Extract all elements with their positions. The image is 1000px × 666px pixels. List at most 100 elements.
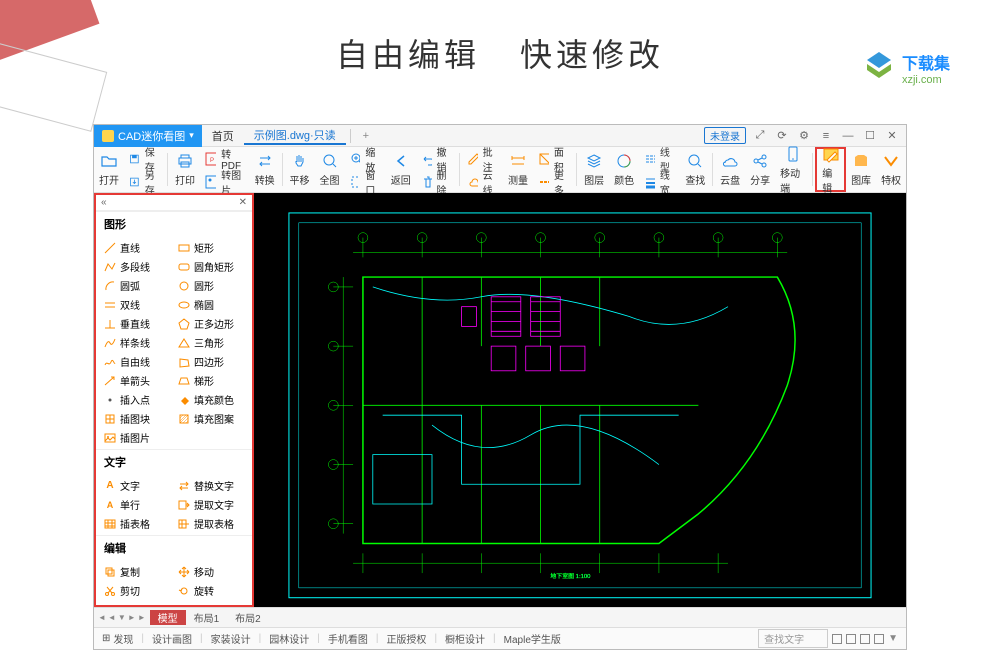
bb-landscape[interactable]: 园林设计 bbox=[261, 631, 317, 646]
status-icon-3[interactable] bbox=[860, 634, 870, 644]
tool-extracttable[interactable]: 提取表格 bbox=[174, 514, 248, 533]
spline-icon bbox=[104, 337, 116, 349]
model-tabbar: ◄◄▼►► 模型 布局1 布局2 bbox=[94, 607, 906, 627]
tb-convert[interactable]: 转换 bbox=[250, 147, 280, 192]
convert-icon bbox=[256, 152, 274, 170]
status-icon-4[interactable] bbox=[874, 634, 884, 644]
tab-add-icon[interactable]: + bbox=[355, 130, 377, 142]
tool-vline[interactable]: 垂直线 bbox=[100, 314, 174, 333]
tool-insertpt[interactable]: 插入点 bbox=[100, 390, 174, 409]
tb-edit[interactable]: 编辑 bbox=[815, 147, 846, 192]
tool-copy[interactable]: 复制 bbox=[100, 562, 174, 581]
status-dropdown-icon[interactable]: ▼ bbox=[888, 633, 898, 644]
tool-rect[interactable]: 矩形 bbox=[174, 238, 248, 257]
close-icon[interactable]: ✕ bbox=[884, 128, 900, 144]
status-icon-2[interactable] bbox=[846, 634, 856, 644]
tb-open[interactable]: 打开 bbox=[94, 147, 124, 192]
tab-layout2[interactable]: 布局2 bbox=[227, 610, 269, 625]
tb-color[interactable]: 颜色 bbox=[609, 147, 639, 192]
tool-triangle[interactable]: 三角形 bbox=[174, 333, 248, 352]
rect-icon bbox=[178, 242, 190, 254]
banner-text-2: 快速修改 bbox=[520, 30, 664, 76]
status-icon-1[interactable] bbox=[832, 634, 842, 644]
tb-back[interactable]: 返回 bbox=[386, 147, 416, 192]
tool-fillcolor[interactable]: 填充颜色 bbox=[174, 390, 248, 409]
tb-print[interactable]: 打印 bbox=[170, 147, 200, 192]
settings-icon[interactable]: ⚙ bbox=[796, 128, 812, 144]
tool-rotate[interactable]: 旋转 bbox=[174, 581, 248, 600]
tool-polyline[interactable]: 多段线 bbox=[100, 257, 174, 276]
tool-trapezoid[interactable]: 梯形 bbox=[174, 371, 248, 390]
bb-maple[interactable]: Maple学生版 bbox=[496, 631, 569, 646]
bb-auth[interactable]: 正版授权 bbox=[378, 631, 434, 646]
tb-saveas[interactable]: 另存 bbox=[124, 170, 165, 193]
bb-mobileview[interactable]: 手机看图 bbox=[320, 631, 376, 646]
tool-polygon[interactable]: 正多边形 bbox=[174, 314, 248, 333]
tb-find[interactable]: 查找 bbox=[680, 147, 710, 192]
tool-replacetext[interactable]: 替换文字 bbox=[174, 476, 248, 495]
copy-icon bbox=[104, 566, 116, 578]
dline-icon bbox=[104, 299, 116, 311]
tool-singleline[interactable]: A单行 bbox=[100, 495, 174, 514]
tb-full[interactable]: 全图 bbox=[315, 147, 345, 192]
minimize-icon[interactable]: — bbox=[840, 128, 856, 144]
tb-measure[interactable]: 测量 bbox=[503, 147, 533, 192]
save-icon bbox=[129, 152, 140, 166]
tb-mobile[interactable]: 移动端 bbox=[775, 147, 810, 192]
tool-roundrect[interactable]: 圆角矩形 bbox=[174, 257, 248, 276]
menu-icon[interactable]: ≡ bbox=[818, 128, 834, 144]
tool-cut[interactable]: 剪切 bbox=[100, 581, 174, 600]
tool-fillpat[interactable]: 填充图案 bbox=[174, 409, 248, 428]
bb-cabinet[interactable]: 橱柜设计 bbox=[437, 631, 493, 646]
expand-icon[interactable]: ⤢ bbox=[752, 128, 768, 144]
bb-designdraw[interactable]: 设计画图 bbox=[144, 631, 200, 646]
tb-pan[interactable]: 平移 bbox=[285, 147, 315, 192]
tab-file[interactable]: 示例图.dwg·只读 bbox=[244, 127, 346, 145]
tool-arc[interactable]: 圆弧 bbox=[100, 276, 174, 295]
tool-dline[interactable]: 双线 bbox=[100, 295, 174, 314]
tool-paste[interactable]: 粘贴 bbox=[100, 600, 174, 607]
freeline-icon bbox=[104, 356, 116, 368]
tool-line[interactable]: 直线 bbox=[100, 238, 174, 257]
tool-inserttable[interactable]: 插表格 bbox=[100, 514, 174, 533]
tb-gallery[interactable]: 图库 bbox=[846, 147, 876, 192]
close-panel-icon[interactable]: ✕ bbox=[239, 197, 247, 208]
bb-homedesign[interactable]: 家装设计 bbox=[203, 631, 259, 646]
tb-vip[interactable]: 特权 bbox=[876, 147, 906, 192]
tool-insertblk[interactable]: 插图块 bbox=[100, 409, 174, 428]
login-button[interactable]: 未登录 bbox=[704, 127, 746, 144]
tb-toimg[interactable]: 转图片 bbox=[200, 170, 250, 193]
tb-layer[interactable]: 图层 bbox=[579, 147, 609, 192]
dropdown-icon[interactable]: ▾ bbox=[189, 130, 194, 141]
tb-clouddisk[interactable]: 云盘 bbox=[715, 147, 745, 192]
tool-circle[interactable]: 圆形 bbox=[174, 276, 248, 295]
tab-model[interactable]: 模型 bbox=[150, 610, 186, 625]
tb-cloud[interactable]: 云线 bbox=[462, 170, 503, 193]
tool-move[interactable]: 移动 bbox=[174, 562, 248, 581]
refresh-icon[interactable]: ⟳ bbox=[774, 128, 790, 144]
tab-nav[interactable]: ◄◄▼►► bbox=[94, 613, 150, 622]
tool-ellipse[interactable]: 椭圆 bbox=[174, 295, 248, 314]
tool-freeline[interactable]: 自由线 bbox=[100, 352, 174, 371]
search-input[interactable]: 查找文字 bbox=[758, 629, 828, 648]
bb-discover[interactable]: ⊞ 发现 bbox=[94, 631, 141, 646]
tb-linewidth[interactable]: 线宽 bbox=[639, 170, 680, 193]
tool-insertimg[interactable]: 插图片 bbox=[100, 428, 174, 447]
tool-scale[interactable]: 缩放 bbox=[174, 600, 248, 607]
collapse-icon[interactable]: « bbox=[101, 197, 107, 208]
tab-layout1[interactable]: 布局1 bbox=[186, 610, 228, 625]
banner-text-1: 自由编辑 bbox=[336, 30, 480, 76]
tool-spline[interactable]: 样条线 bbox=[100, 333, 174, 352]
canvas[interactable]: 地下室图 1:100 bbox=[254, 193, 906, 607]
maximize-icon[interactable]: ☐ bbox=[862, 128, 878, 144]
tool-text[interactable]: A文字 bbox=[100, 476, 174, 495]
tb-del[interactable]: 删除 bbox=[416, 170, 457, 193]
tb-window[interactable]: 窗口 bbox=[345, 170, 386, 193]
tool-extracttext[interactable]: 提取文字 bbox=[174, 495, 248, 514]
paste-icon bbox=[104, 604, 116, 608]
tool-quad[interactable]: 四边形 bbox=[174, 352, 248, 371]
tb-share[interactable]: 分享 bbox=[745, 147, 775, 192]
tb-more[interactable]: 更多 bbox=[533, 170, 574, 193]
tab-home[interactable]: 首页 bbox=[202, 128, 244, 144]
tool-arrow[interactable]: 单箭头 bbox=[100, 371, 174, 390]
